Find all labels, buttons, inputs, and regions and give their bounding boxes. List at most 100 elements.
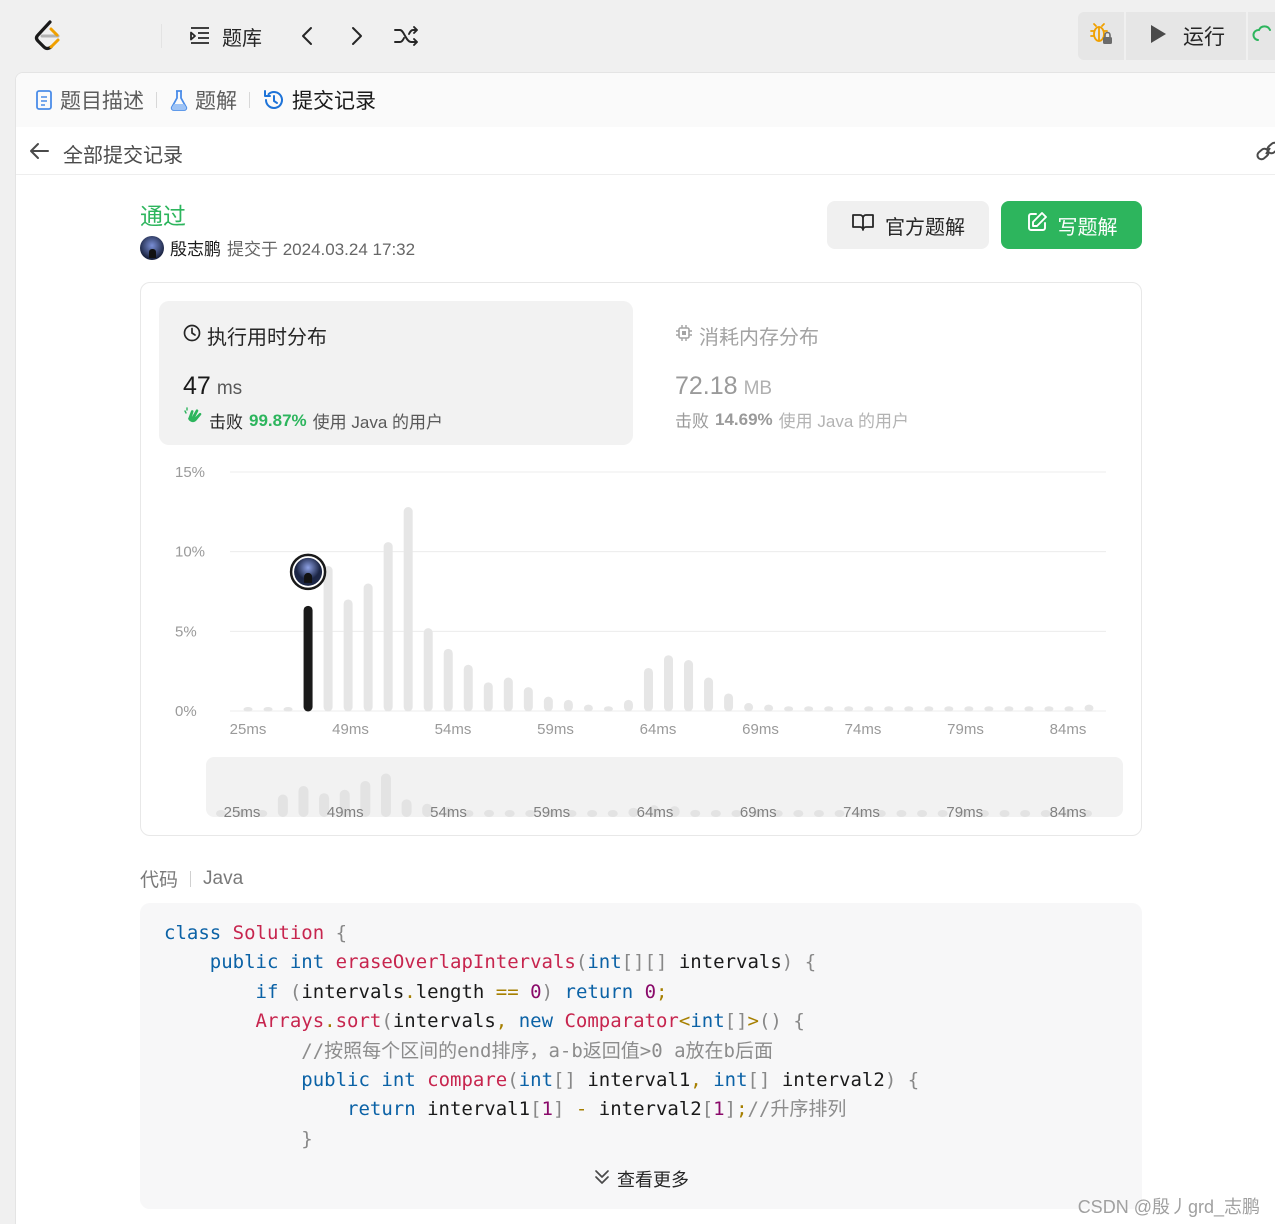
- code-header: 代码 Java: [140, 865, 243, 892]
- next-problem-button[interactable]: [346, 18, 368, 54]
- run-label: 运行: [1183, 26, 1225, 49]
- bar: [944, 706, 954, 712]
- tab-description[interactable]: 题目描述: [34, 85, 144, 115]
- top-navbar: 题库 运行: [0, 0, 1275, 72]
- overview-x-label: 74ms: [843, 804, 880, 821]
- overview-x-label: 54ms: [430, 804, 467, 821]
- overview-bar: [298, 786, 309, 817]
- bar: [443, 648, 453, 712]
- shuffle-icon: [393, 24, 421, 48]
- submitted-time: 提交于 2024.03.24 17:32: [227, 240, 416, 259]
- x-tick-label: 59ms: [537, 721, 574, 738]
- bar: [643, 667, 653, 712]
- tab-solutions[interactable]: 题解: [169, 85, 237, 115]
- bar: [323, 566, 333, 712]
- bar: [1024, 706, 1034, 712]
- debug-button[interactable]: [1078, 12, 1124, 60]
- x-tick-label: 54ms: [435, 721, 472, 738]
- edit-icon: [1026, 211, 1058, 239]
- submit-button[interactable]: [1248, 12, 1275, 60]
- bar: [1004, 706, 1014, 712]
- overview-bar: [1020, 810, 1031, 817]
- overview-bar: [793, 810, 804, 817]
- tab-divider: [249, 92, 250, 108]
- tab-submissions[interactable]: 提交记录: [262, 85, 376, 115]
- bar: [563, 699, 573, 712]
- bar: [463, 664, 473, 712]
- link-icon[interactable]: [1255, 139, 1275, 163]
- bar: [243, 707, 253, 712]
- panel-tabs: 题目描述 题解 提交记录: [16, 73, 1275, 127]
- bar: [884, 706, 894, 712]
- x-tick-label: 49ms: [332, 721, 369, 738]
- bar: [423, 628, 433, 712]
- bar: [363, 583, 373, 712]
- write-solution-button[interactable]: 写题解: [1001, 201, 1142, 249]
- cloud-upload-icon: [1252, 22, 1274, 51]
- overview-bar: [813, 810, 824, 817]
- chevron-right-icon: [346, 24, 368, 48]
- overview-x-label: 79ms: [946, 804, 983, 821]
- back-arrow-icon[interactable]: [28, 139, 52, 163]
- book-icon: [851, 211, 885, 239]
- problem-list-button[interactable]: 题库: [188, 18, 262, 54]
- overview-bar: [917, 810, 928, 817]
- tab-solutions-label: 题解: [195, 90, 237, 113]
- prev-problem-button[interactable]: [296, 18, 318, 54]
- divider: [161, 24, 162, 48]
- overview-x-label: 84ms: [1050, 804, 1087, 821]
- bar: [684, 660, 694, 712]
- document-icon: [34, 89, 54, 111]
- x-tick-label: 64ms: [640, 721, 677, 738]
- view-more-button[interactable]: 查看更多: [140, 1149, 1142, 1209]
- bar: [343, 599, 353, 712]
- overview-x-label: 64ms: [637, 804, 674, 821]
- bar: [503, 677, 513, 712]
- bar: [764, 704, 774, 712]
- bar: [603, 706, 613, 712]
- problem-list-label: 题库: [222, 27, 262, 50]
- code-content[interactable]: class Solution { public int eraseOverlap…: [164, 919, 919, 1154]
- code-label: 代码: [140, 870, 179, 891]
- user-name[interactable]: 殷志鹏: [170, 235, 221, 260]
- y-tick-label: 15%: [175, 464, 205, 481]
- run-toolbar: 运行: [1078, 12, 1275, 60]
- overview-x-label: 69ms: [740, 804, 777, 821]
- official-solution-label: 官方题解: [885, 216, 965, 239]
- bar: [383, 542, 393, 712]
- random-problem-button[interactable]: [393, 18, 421, 54]
- history-icon: [262, 88, 286, 112]
- bar: [1064, 706, 1074, 712]
- run-button[interactable]: 运行: [1126, 12, 1246, 60]
- x-tick-label: 79ms: [947, 721, 984, 738]
- y-tick-label: 5%: [175, 623, 197, 640]
- runtime-distribution-chart[interactable]: 15% 10% 5% 0% 25ms 49ms 54ms 59ms 64ms 69ms 74ms 79…: [141, 283, 1143, 837]
- bar: [984, 706, 994, 712]
- bar: [724, 693, 734, 712]
- write-solution-label: 写题解: [1057, 216, 1118, 239]
- submission-status: 通过: [140, 203, 186, 229]
- bar: [623, 699, 633, 712]
- chevron-left-icon: [296, 24, 318, 48]
- avatar[interactable]: [140, 235, 164, 260]
- submission-subheader: 全部提交记录: [16, 127, 1275, 175]
- bar: [964, 706, 974, 712]
- all-submissions-link[interactable]: 全部提交记录: [63, 139, 183, 168]
- official-solution-button[interactable]: 官方题解: [827, 201, 989, 249]
- x-tick-label: 74ms: [845, 721, 882, 738]
- bar: [664, 655, 673, 712]
- flask-icon: [169, 89, 189, 111]
- overview-bar: [690, 809, 701, 817]
- watermark: CSDN @殷丿grd_志鹏: [1077, 1197, 1260, 1217]
- bar: [904, 706, 914, 712]
- x-tick-label: 25ms: [230, 721, 267, 738]
- overview-bar: [999, 810, 1010, 817]
- overview-bar: [896, 810, 907, 817]
- bar: [523, 687, 533, 712]
- y-tick-label: 10%: [175, 544, 205, 561]
- view-more-label: 查看更多: [617, 1170, 689, 1190]
- tab-submissions-label: 提交记录: [292, 90, 376, 113]
- leetcode-logo-icon[interactable]: [30, 18, 66, 54]
- tab-divider: [156, 92, 157, 108]
- stats-card: 执行用时分布 47 ms 击败 99.87% 使用 Java 的用户 消耗内存分布…: [140, 282, 1142, 836]
